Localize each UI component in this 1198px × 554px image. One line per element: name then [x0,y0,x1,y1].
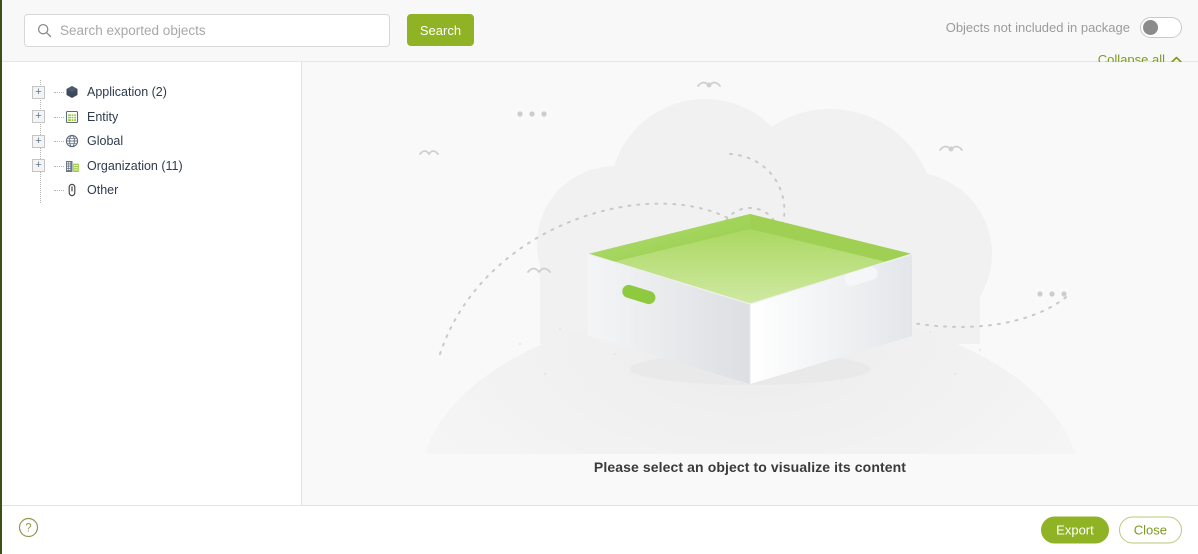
export-button[interactable]: Export [1041,516,1109,544]
objects-not-included-label: Objects not included in package [945,20,1130,35]
tree-expander[interactable]: + [32,110,45,124]
tree-item-other[interactable]: Other [32,178,301,203]
tree-item-organization[interactable]: + Organization (11) [32,154,301,179]
other-paperclip-icon [64,182,80,199]
search-button[interactable]: Search [407,14,474,46]
dialog-footer: ? Export Close [2,505,1198,554]
tree-item-label: Application (2) [87,85,167,100]
application-cube-icon [64,84,80,101]
tree-item-application[interactable]: + Application (2) [32,80,301,105]
objects-not-included-toggle[interactable] [1140,17,1182,38]
search-icon [37,23,52,38]
tree-item-global[interactable]: + Global [32,129,301,154]
global-globe-icon [64,133,80,150]
dialog-body: + Application (2) + Entity + Global + Or… [2,62,1198,505]
object-tree-panel[interactable]: + Application (2) + Entity + Global + Or… [2,62,302,505]
tree-item-entity[interactable]: + Entity [32,105,301,130]
search-field-wrapper[interactable] [24,14,390,47]
toolbar: Search Objects not included in package C… [2,0,1198,67]
objects-not-included-toggle-row: Objects not included in package [946,17,1182,38]
footer-buttons: Export Close [1041,516,1182,544]
close-button[interactable]: Close [1118,516,1182,544]
help-question-icon[interactable]: ? [18,517,39,543]
object-content-panel: Please select an object to visualize its… [302,62,1198,505]
tree-expander[interactable]: + [32,159,45,173]
empty-state-message: Please select an object to visualize its… [593,459,907,475]
tree-expander[interactable]: + [32,134,45,148]
tree-item-label: Organization (11) [87,158,183,173]
tree-expander[interactable]: + [32,85,45,99]
entity-table-icon [64,108,80,125]
tree-item-label: Entity [87,109,119,124]
toggle-knob [1143,20,1158,35]
empty-open-box-with-clouds-illustration [302,62,1198,454]
organization-building-icon [64,157,80,174]
object-tree: + Application (2) + Entity + Global + Or… [2,80,301,203]
tree-item-label: Global [87,134,124,149]
export-objects-dialog: Search Objects not included in package C… [0,0,1198,554]
svg-text:?: ? [25,523,31,535]
search-input[interactable] [60,23,360,38]
tree-item-label: Other [87,183,119,198]
